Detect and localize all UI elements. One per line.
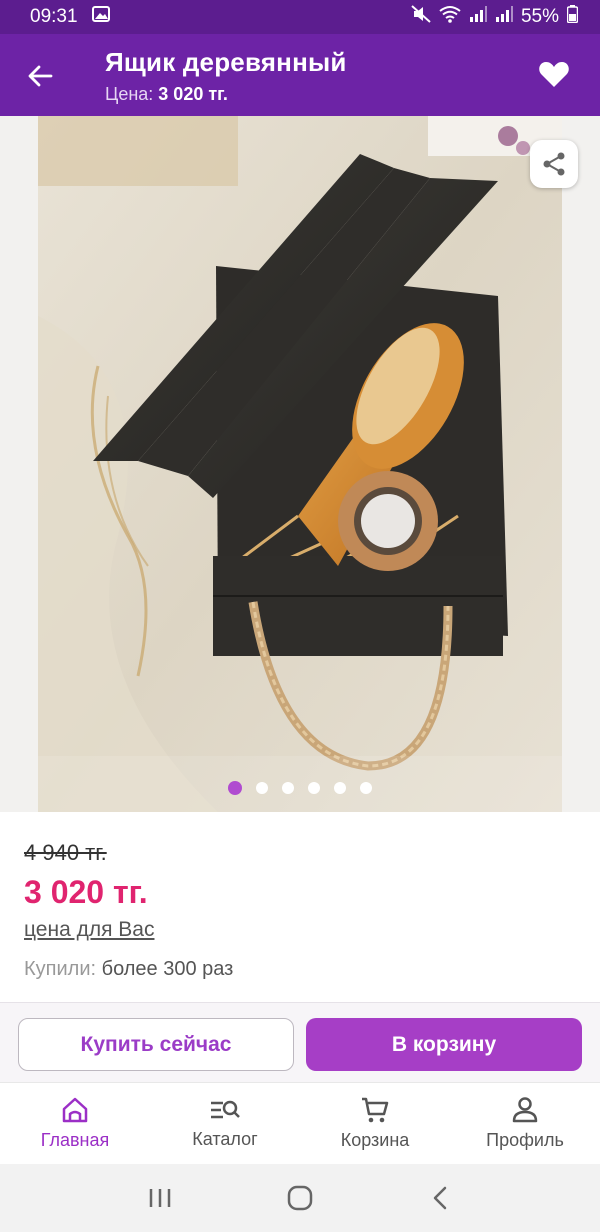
nav-item-cart-label: Корзина	[340, 1130, 410, 1150]
home-icon	[62, 1097, 88, 1123]
home-system-button[interactable]	[270, 1178, 330, 1218]
nav-item-profile-label: Профиль	[486, 1130, 564, 1150]
pagination-dot-2[interactable]	[256, 782, 268, 794]
header-price-value: 3 020 тг.	[158, 84, 228, 104]
signal-icon	[469, 6, 487, 28]
wifi-icon	[439, 5, 461, 29]
page-title: Ящик деревянный	[105, 47, 347, 77]
pagination-dot-1[interactable]	[228, 781, 242, 795]
gallery-pagination	[0, 781, 600, 795]
nav-item-cart[interactable]: Корзина	[300, 1083, 450, 1164]
cart-icon	[362, 1097, 389, 1123]
recent-apps-icon	[149, 1189, 171, 1207]
share-icon	[543, 152, 565, 176]
nav-item-home[interactable]: Главная	[0, 1083, 150, 1164]
header-price: Цена: 3 020 тг.	[105, 84, 347, 105]
buy-now-button[interactable]: Купить сейчас	[18, 1018, 294, 1071]
product-gallery[interactable]	[0, 116, 600, 812]
pagination-dot-5[interactable]	[334, 782, 346, 794]
signal-icon	[495, 6, 513, 28]
gallery-icon	[91, 6, 110, 28]
arrow-left-icon	[28, 65, 53, 87]
system-navigation-bar	[0, 1164, 600, 1232]
share-button[interactable]	[530, 140, 578, 188]
pagination-dot-3[interactable]	[282, 782, 294, 794]
nav-item-profile[interactable]: Профиль	[450, 1083, 600, 1164]
purchase-count-value: более 300 раз	[101, 958, 234, 980]
recent-apps-button[interactable]	[130, 1178, 190, 1218]
header-price-label: Цена:	[105, 84, 154, 104]
status-bar: 09:31 55%	[0, 0, 600, 34]
add-to-cart-button[interactable]: В корзину	[306, 1018, 582, 1071]
status-time: 09:31	[30, 6, 78, 27]
nav-item-home-label: Главная	[40, 1130, 110, 1150]
chevron-left-icon	[433, 1186, 447, 1210]
price-note-link[interactable]: цена для Вас	[24, 918, 154, 942]
favorite-button[interactable]	[536, 56, 572, 92]
battery-icon	[566, 5, 579, 29]
action-bar: Купить сейчас В корзину	[0, 1002, 600, 1082]
profile-icon	[512, 1097, 538, 1123]
current-price: 3 020 тг.	[24, 874, 148, 910]
pagination-dot-4[interactable]	[308, 782, 320, 794]
nav-item-catalog-label: Каталог	[192, 1129, 258, 1149]
purchase-count: Купили: более 300 раз	[24, 958, 233, 981]
old-price: 4 940 тг.	[24, 840, 107, 865]
bottom-navigation: Главная Каталог Корзина Профиль	[0, 1082, 600, 1164]
home-circle-icon	[287, 1185, 313, 1211]
mute-icon	[411, 5, 431, 29]
app-header: Ящик деревянный Цена: 3 020 тг.	[0, 34, 600, 116]
heart-icon	[539, 62, 569, 87]
purchase-count-label: Купили:	[24, 958, 97, 980]
product-photo	[38, 116, 562, 812]
nav-item-catalog[interactable]: Каталог	[150, 1083, 300, 1164]
price-section: 4 940 тг. 3 020 тг. цена для Вас Купили:…	[0, 812, 600, 1002]
catalog-search-icon	[211, 1100, 240, 1119]
back-button[interactable]	[20, 56, 60, 96]
pagination-dot-6[interactable]	[360, 782, 372, 794]
battery-percent: 55%	[520, 6, 559, 27]
system-back-button[interactable]	[410, 1178, 470, 1218]
